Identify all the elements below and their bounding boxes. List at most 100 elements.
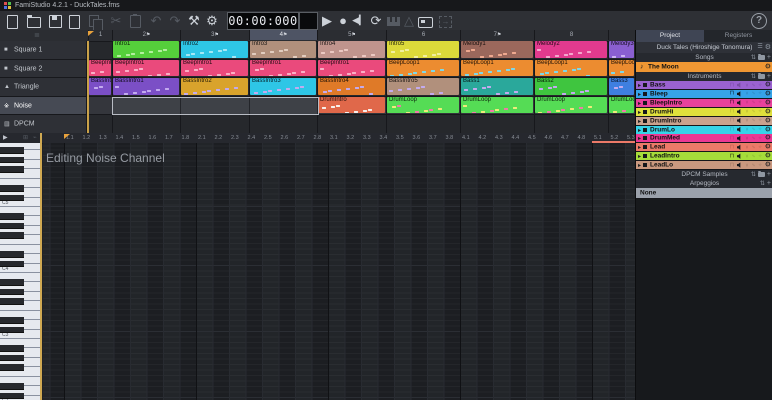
pattern-block[interactable]: BeepIntro1 xyxy=(318,60,385,76)
arpeggio-env-icon[interactable]: ∨ xyxy=(745,162,749,168)
pattern-block[interactable]: Melody3 xyxy=(609,41,634,58)
piano-key-black[interactable] xyxy=(0,345,24,352)
expand-arrow-icon[interactable]: ▶ xyxy=(638,154,641,159)
arpeggio-env-icon[interactable]: ∨ xyxy=(745,118,749,124)
add-icon[interactable]: + xyxy=(767,171,771,178)
redo-icon[interactable]: ↷ xyxy=(166,11,184,30)
piano-key-black[interactable] xyxy=(0,232,24,239)
open-file-icon[interactable] xyxy=(24,11,42,30)
instrument-properties-gear-icon[interactable]: ⚙ xyxy=(765,108,771,115)
pitch-env-icon[interactable]: ∿ xyxy=(751,100,755,106)
transform-icon[interactable]: ⚒ xyxy=(185,11,203,30)
slide-icon[interactable]: ✧ xyxy=(758,91,762,97)
slide-icon[interactable]: ✧ xyxy=(758,135,762,141)
instrument-properties-gear-icon[interactable]: ⚙ xyxy=(765,153,771,160)
slide-icon[interactable]: ✧ xyxy=(758,109,762,115)
envelope-icon[interactable]: ⊓ xyxy=(729,118,734,124)
piano-key-black[interactable] xyxy=(0,147,24,154)
instrument-row-leadintro[interactable]: ▶ LeadIntro ⊓ ∨ ∿ ✧ ⚙ xyxy=(636,152,772,162)
pattern-block[interactable]: BeepIntro1 xyxy=(181,60,248,76)
pattern-block[interactable]: BeepLoop1 xyxy=(387,60,459,76)
slide-icon[interactable]: ✧ xyxy=(758,127,762,133)
piano-key-black[interactable] xyxy=(0,156,24,164)
volume-icon[interactable] xyxy=(736,100,741,106)
instrument-row-bleepintro[interactable]: ▶ BleepIntro ⊓ ∨ ∿ ✧ ⚙ xyxy=(636,98,772,108)
pattern-column-header[interactable]: 6 xyxy=(386,30,460,40)
expand-arrow-icon[interactable]: ▶ xyxy=(638,136,641,141)
volume-icon[interactable] xyxy=(736,91,741,97)
arpeggio-env-icon[interactable]: ∨ xyxy=(745,135,749,141)
arpeggio-env-icon[interactable]: ∨ xyxy=(745,82,749,88)
pattern-block[interactable]: DrumIntro xyxy=(318,97,385,113)
add-icon[interactable]: + xyxy=(767,54,771,61)
sequencer-corner-icon[interactable]: ≣ xyxy=(34,30,40,41)
add-folder-icon[interactable] xyxy=(757,53,765,60)
slide-icon[interactable]: ✧ xyxy=(758,100,762,106)
pattern-block[interactable]: Bass2 xyxy=(535,78,607,95)
pattern-column-header[interactable]: 5⚑ xyxy=(317,30,386,40)
pitch-env-icon[interactable]: ∿ xyxy=(751,127,755,133)
pattern-column-header[interactable]: 8 xyxy=(534,30,608,40)
new-file-icon[interactable] xyxy=(4,11,22,30)
paste-icon[interactable] xyxy=(127,11,145,30)
pattern-column-header[interactable] xyxy=(608,30,635,40)
pattern-column-header[interactable]: 3⚑ xyxy=(180,30,249,40)
piano-key-black[interactable] xyxy=(0,317,24,324)
cut-icon[interactable]: ✂ xyxy=(107,11,125,30)
pattern-column-header[interactable]: 7⚑ xyxy=(460,30,534,40)
mixer-icon[interactable]: ☰ xyxy=(757,42,762,53)
song-properties-gear-icon[interactable]: ⚙ xyxy=(765,64,771,71)
arpeggio-env-icon[interactable]: ∨ xyxy=(745,100,749,106)
volume-icon[interactable] xyxy=(736,135,741,142)
instrument-row-leadlo[interactable]: ▶ LeadLo ⊓ ∨ ∿ ✧ ⚙ xyxy=(636,161,772,171)
instrument-row-bass[interactable]: ▶ Bass ⊓ ∨ ∿ ✧ ⚙ xyxy=(636,81,772,90)
instrument-row-lead[interactable]: ▶ Lead ⊓ ∨ ∿ ✧ ⚙ xyxy=(636,143,772,153)
piano-roll-grid[interactable]: Editing Noise Channel xyxy=(43,143,635,400)
pitch-env-icon[interactable]: ∿ xyxy=(751,118,755,124)
expand-arrow-icon[interactable]: ▶ xyxy=(638,163,641,168)
instrument-properties-gear-icon[interactable]: ⚙ xyxy=(765,135,771,142)
instrument-row-drumlo[interactable]: ▶ DrumLo ⊓ ∨ ∿ ✧ ⚙ xyxy=(636,125,772,135)
piano-key-black[interactable] xyxy=(0,222,24,230)
arpeggio-env-icon[interactable]: ∨ xyxy=(745,144,749,150)
volume-icon[interactable] xyxy=(736,144,741,150)
add-folder-icon[interactable] xyxy=(757,72,765,79)
pitch-env-icon[interactable]: ∿ xyxy=(751,91,755,97)
pattern-block[interactable]: BassIntro2 xyxy=(181,78,248,95)
pattern-block[interactable]: Melody1 xyxy=(461,41,533,58)
expand-arrow-icon[interactable]: ▶ xyxy=(638,100,641,105)
slide-icon[interactable]: ✧ xyxy=(758,144,762,150)
slide-icon[interactable]: ✧ xyxy=(758,153,762,159)
oscilloscope[interactable] xyxy=(299,12,318,30)
expand-arrow-icon[interactable]: ▶ xyxy=(638,109,641,114)
piano-key-black[interactable] xyxy=(0,194,24,202)
pattern-block[interactable]: BeepIntro1 xyxy=(250,60,316,76)
add-folder-icon[interactable] xyxy=(757,170,765,177)
expand-arrow-icon[interactable]: ▶ xyxy=(638,145,641,150)
instrument-properties-gear-icon[interactable]: ⚙ xyxy=(765,99,771,106)
volume-icon[interactable] xyxy=(736,108,741,115)
copy-icon[interactable] xyxy=(88,11,106,31)
volume-icon[interactable] xyxy=(736,126,741,133)
piano-key-black[interactable] xyxy=(0,364,24,371)
machine-icon[interactable] xyxy=(415,11,433,30)
pattern-block[interactable]: Intro1 xyxy=(113,41,179,58)
arpeggio-env-icon[interactable]: ∨ xyxy=(745,127,749,133)
instrument-properties-gear-icon[interactable]: ⚙ xyxy=(765,126,771,133)
channel-header-square2[interactable]: ■ Square 2 xyxy=(0,60,87,77)
envelope-icon[interactable]: ⊓ xyxy=(729,153,734,159)
envelope-icon[interactable]: ⊓ xyxy=(729,135,734,141)
arpeggio-env-icon[interactable]: ∨ xyxy=(745,109,749,115)
pitch-env-icon[interactable]: ∿ xyxy=(751,82,755,88)
pattern-block[interactable]: BassIntro4 xyxy=(318,78,385,95)
pattern-block[interactable]: Intro5 xyxy=(387,41,459,58)
piano-key-black[interactable] xyxy=(0,326,24,334)
sort-icon[interactable]: ⇅ xyxy=(751,73,756,80)
pitch-env-icon[interactable]: ∿ xyxy=(751,153,755,159)
expand-arrow-icon[interactable]: ▶ xyxy=(638,127,641,132)
arpeggio-row-none[interactable]: None xyxy=(636,188,772,199)
undo-icon[interactable]: ↶ xyxy=(147,11,165,30)
pitch-env-icon[interactable]: ∿ xyxy=(751,144,755,150)
envelope-icon[interactable]: ⊓ xyxy=(729,100,734,106)
add-icon[interactable]: + xyxy=(767,73,771,80)
